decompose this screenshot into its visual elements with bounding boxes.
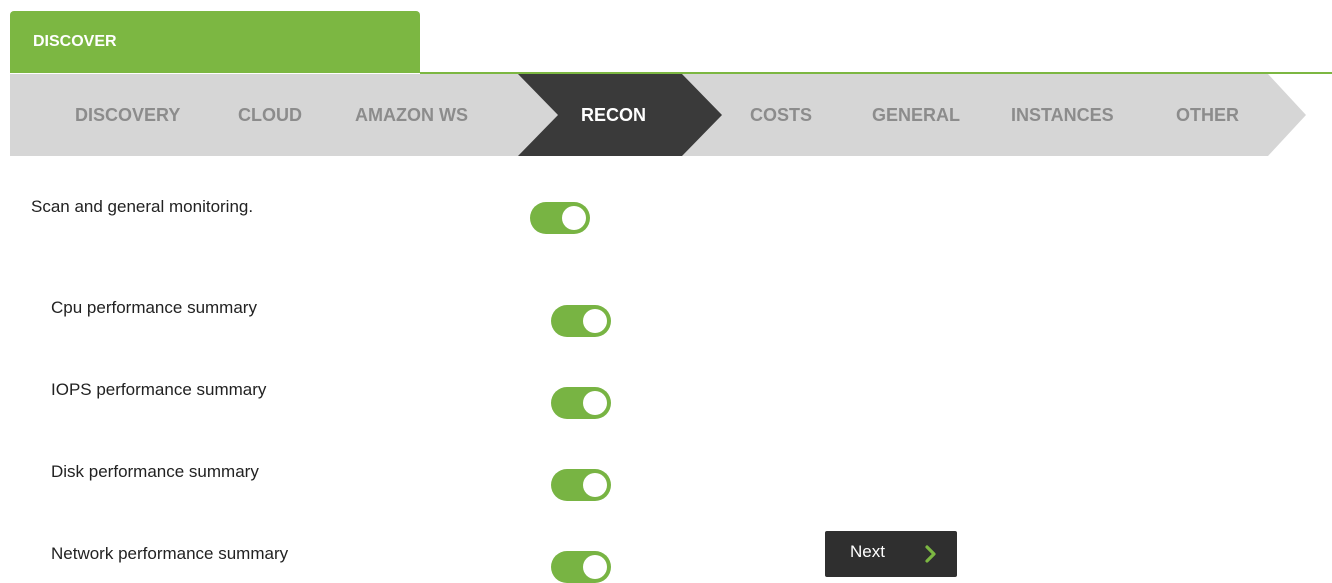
breadcrumb-step-recon[interactable]: RECON (581, 74, 646, 156)
toggle-knob (583, 473, 607, 497)
network-summary-label: Network performance summary (51, 544, 289, 563)
breadcrumb-step-amazon-ws[interactable]: AMAZON WS (355, 74, 468, 156)
tab-discover[interactable]: DISCOVER (10, 11, 420, 73)
toggle-knob (583, 391, 607, 415)
cpu-summary-label: Cpu performance summary (51, 298, 257, 317)
breadcrumb-step-other[interactable]: OTHER (1176, 74, 1239, 156)
cpu-summary-toggle[interactable] (551, 305, 611, 337)
breadcrumb-step-cloud[interactable]: CLOUD (238, 74, 302, 156)
breadcrumb: DISCOVERY CLOUD AMAZON WS RECON COSTS GE… (10, 74, 1306, 156)
breadcrumb-step-general[interactable]: GENERAL (872, 74, 960, 156)
breadcrumb-step-discovery[interactable]: DISCOVERY (75, 74, 180, 156)
scan-monitoring-toggle[interactable] (530, 202, 590, 234)
next-button-label: Next (850, 542, 885, 561)
toggle-knob (583, 309, 607, 333)
disk-summary-label: Disk performance summary (51, 462, 259, 481)
network-summary-toggle[interactable] (551, 551, 611, 583)
breadcrumb-step-instances[interactable]: INSTANCES (1011, 74, 1114, 156)
iops-summary-toggle[interactable] (551, 387, 611, 419)
next-button[interactable]: Next (825, 531, 957, 577)
breadcrumb-step-costs[interactable]: COSTS (750, 74, 812, 156)
toggle-knob (562, 206, 586, 230)
scan-monitoring-label: Scan and general monitoring. (31, 197, 254, 216)
toggle-knob (583, 555, 607, 579)
disk-summary-toggle[interactable] (551, 469, 611, 501)
iops-summary-label: IOPS performance summary (51, 380, 267, 399)
chevron-right-icon (925, 545, 936, 563)
